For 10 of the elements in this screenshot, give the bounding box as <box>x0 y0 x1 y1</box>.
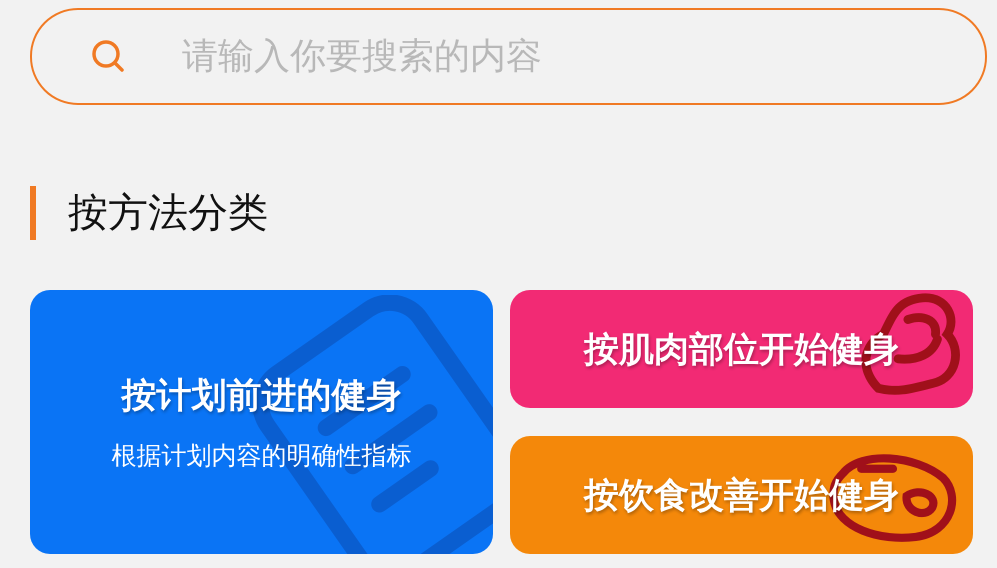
section-title: 按方法分类 <box>68 189 268 238</box>
category-card[interactable]: 按饮食改善开始健身 <box>510 436 973 554</box>
category-card[interactable]: 按肌肉部位开始健身 <box>510 290 973 408</box>
accent-bar <box>30 186 36 240</box>
category-card[interactable]: 按计划前进的健身 根据计划内容的明确性指标 <box>30 290 493 554</box>
card-title: 按计划前进的健身 <box>122 375 402 418</box>
search-field[interactable]: 请输入你要搜索的内容 <box>30 8 987 105</box>
card-title: 按饮食改善开始健身 <box>584 474 899 518</box>
card-subtitle: 根据计划内容的明确性指标 <box>112 440 412 472</box>
card-title: 按肌肉部位开始健身 <box>584 328 899 372</box>
